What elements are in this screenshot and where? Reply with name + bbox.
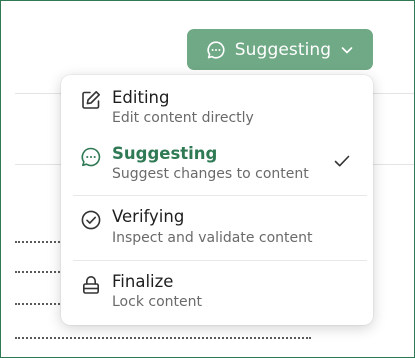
check-circle-icon xyxy=(81,210,101,230)
speech-bubble-icon xyxy=(81,147,101,167)
speech-bubble-icon xyxy=(206,40,226,60)
placeholder-line xyxy=(15,271,67,273)
menu-item-title: Verifying xyxy=(112,207,185,226)
menu-item-title: Finalize xyxy=(112,272,174,291)
checkmark-icon xyxy=(334,155,350,167)
placeholder-line xyxy=(15,337,311,339)
menu-item-description: Edit content directly xyxy=(112,110,254,126)
mode-selector-button[interactable]: Suggesting xyxy=(187,29,373,70)
edit-icon xyxy=(82,91,100,109)
menu-item-title: Editing xyxy=(112,88,170,107)
menu-item-finalize[interactable]: Finalize Lock content xyxy=(61,261,373,321)
menu-item-description: Lock content xyxy=(112,294,202,310)
menu-item-title: Suggesting xyxy=(112,144,218,163)
placeholder-line xyxy=(15,303,67,305)
chevron-down-icon xyxy=(340,43,354,57)
menu-item-description: Suggest changes to content xyxy=(112,166,309,182)
mode-dropdown-menu: Editing Edit content directly Suggesting… xyxy=(61,75,373,325)
mode-selector-label: Suggesting xyxy=(234,39,332,60)
placeholder-line xyxy=(15,241,67,243)
menu-item-suggesting[interactable]: Suggesting Suggest changes to content xyxy=(61,133,373,195)
menu-item-verifying[interactable]: Verifying Inspect and validate content xyxy=(61,196,373,260)
lock-icon xyxy=(82,276,99,294)
menu-item-editing[interactable]: Editing Edit content directly xyxy=(61,75,373,133)
menu-item-description: Inspect and validate content xyxy=(112,230,313,246)
